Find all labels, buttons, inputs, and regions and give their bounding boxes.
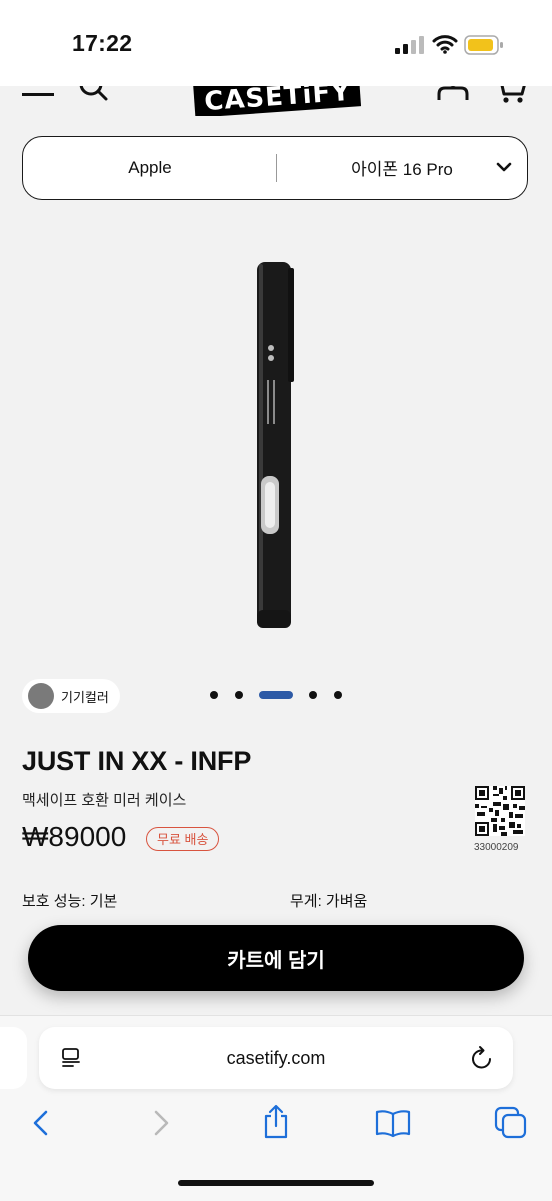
selector-divider	[276, 154, 277, 182]
casetify-logo[interactable]: CASETiFY	[192, 86, 362, 116]
home-indicator	[178, 1180, 374, 1186]
product-subtitle: 맥세이프 호환 미러 케이스	[22, 792, 187, 809]
tabs-icon[interactable]	[494, 1106, 528, 1140]
add-to-cart-label: 카트에 담기	[227, 949, 325, 972]
product-price: ₩89000	[22, 821, 127, 852]
color-swatch	[28, 683, 54, 709]
add-to-cart-button[interactable]: 카트에 담기	[28, 925, 524, 991]
model-select[interactable]: 아이폰 16 Pro	[278, 137, 526, 198]
qr-code-number: 33000209	[474, 842, 519, 853]
bookmarks-icon[interactable]	[375, 1108, 411, 1138]
brand-select-label: Apple	[128, 157, 172, 177]
address-bar[interactable]: casetify.com	[39, 1027, 513, 1089]
search-icon[interactable]	[78, 86, 110, 102]
account-icon[interactable]	[436, 86, 470, 102]
device-selector: Apple 아이폰 16 Pro	[22, 136, 528, 200]
carousel-dot[interactable]	[235, 691, 243, 699]
share-icon[interactable]	[260, 1104, 292, 1140]
device-color-chip[interactable]: 기기컬러	[22, 679, 120, 713]
product-title: JUST IN XX - INFP	[22, 746, 252, 776]
back-icon[interactable]	[28, 1108, 54, 1138]
forward-icon[interactable]	[148, 1108, 174, 1138]
product-image[interactable]	[230, 250, 330, 640]
model-select-label: 아이폰 16 Pro	[351, 160, 453, 179]
reload-icon[interactable]	[469, 1045, 495, 1071]
logo-text: CASETiFY	[203, 86, 353, 116]
carousel-dot[interactable]	[334, 691, 342, 699]
page-menu-icon[interactable]	[61, 1047, 83, 1069]
wifi-icon	[432, 35, 458, 54]
chevron-down-icon[interactable]	[496, 161, 512, 173]
carousel-dot-active[interactable]	[259, 691, 293, 699]
free-shipping-badge: 무료 배송	[146, 827, 220, 851]
site-header: CASETiFY	[0, 86, 552, 116]
device-color-label: 기기컬러	[61, 689, 109, 705]
url-text[interactable]: casetify.com	[39, 1027, 513, 1089]
battery-icon	[464, 35, 503, 55]
brand-select[interactable]: Apple	[23, 137, 277, 198]
qr-code-icon	[475, 786, 525, 836]
previous-tab-peek[interactable]	[0, 1027, 27, 1089]
carousel-dot[interactable]	[210, 691, 218, 699]
cart-icon[interactable]	[494, 86, 528, 104]
carousel-dot[interactable]	[309, 691, 317, 699]
menu-icon[interactable]	[22, 86, 56, 100]
cellular-signal-icon	[395, 36, 424, 54]
status-time: 17:22	[72, 30, 133, 56]
